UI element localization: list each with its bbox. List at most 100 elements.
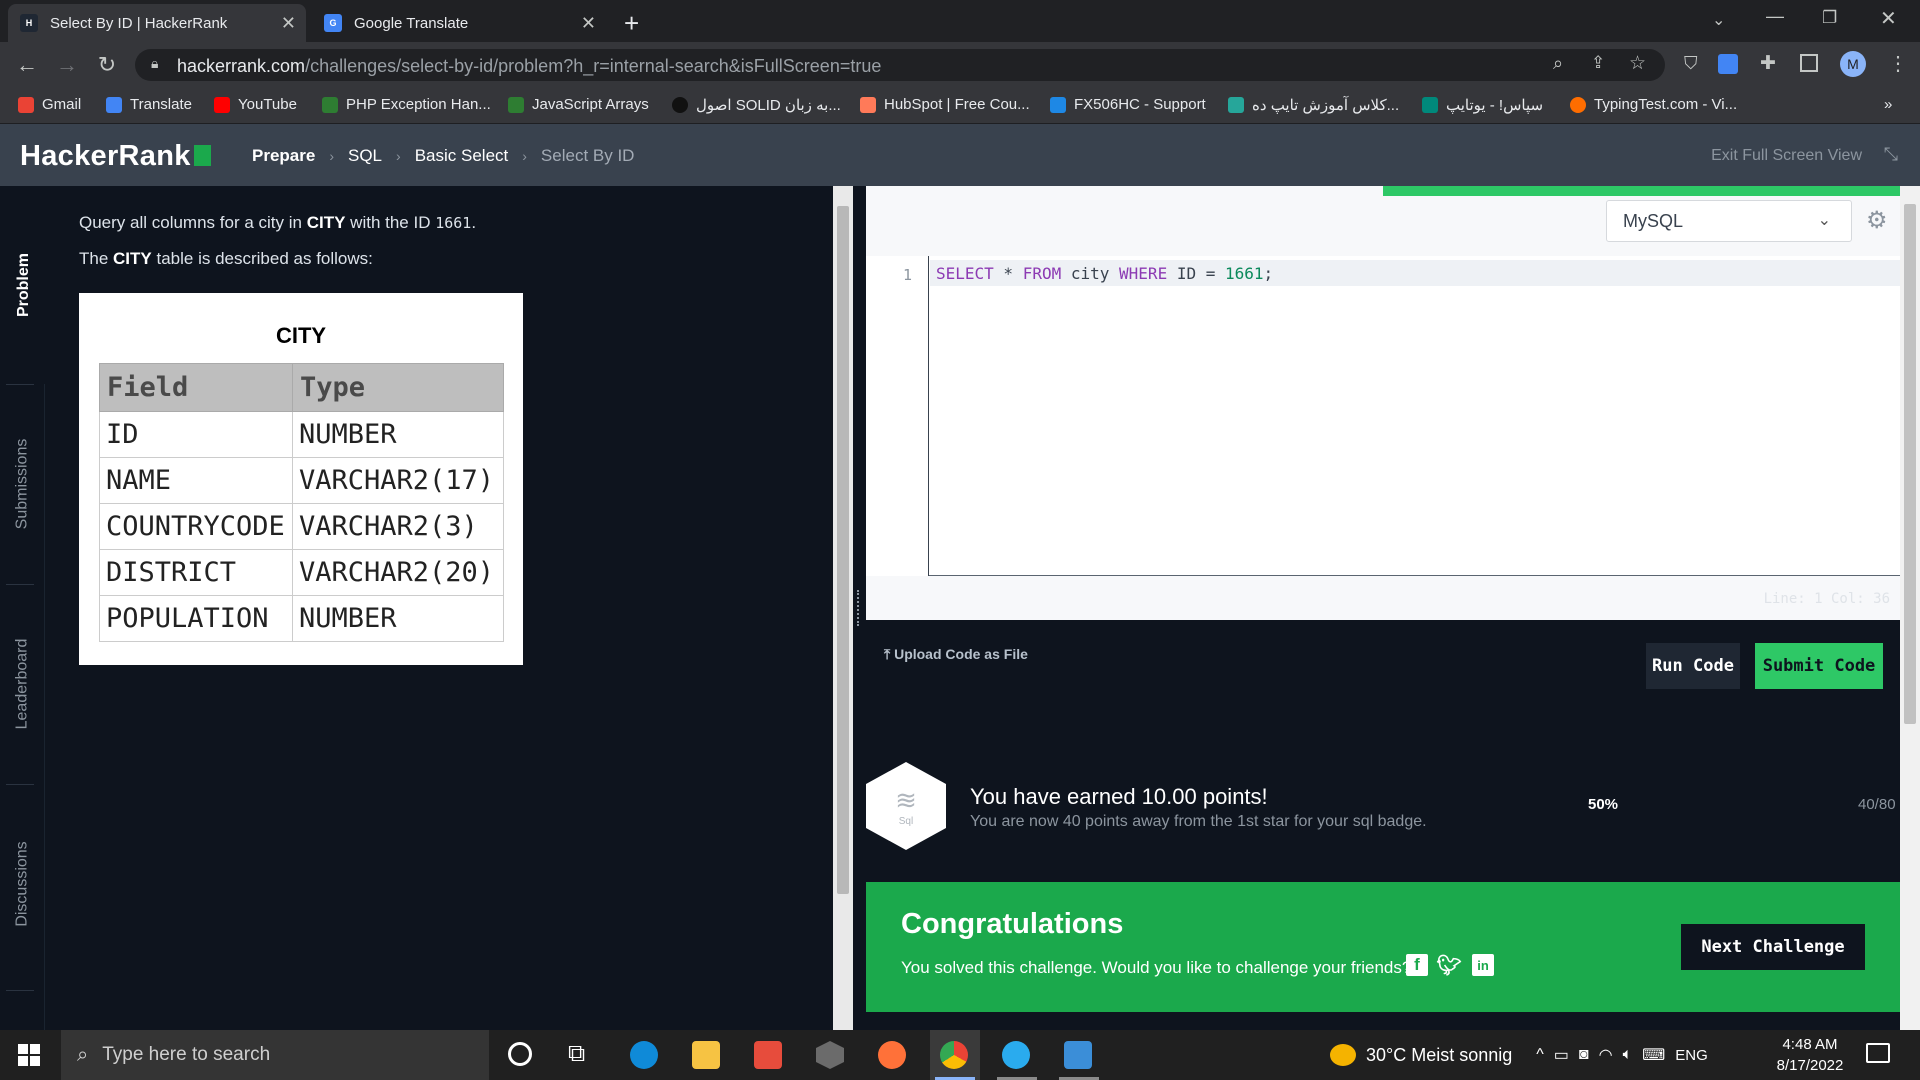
bookmark-hubspot[interactable]: HubSpot | Free Cou... [860, 96, 1030, 113]
bookmark-js-arrays[interactable]: JavaScript Arrays [508, 96, 649, 113]
bookmark-solid[interactable]: اصول SOLID به زبان... [672, 96, 841, 114]
url-bar[interactable]: 🔒︎ hackerrank.com/challenges/select-by-i… [135, 49, 1665, 81]
linkedin-icon[interactable]: in [1472, 954, 1494, 976]
profile-avatar[interactable]: M [1840, 51, 1866, 77]
close-window-icon[interactable]: ✕ [1880, 6, 1897, 31]
notifications-icon[interactable] [1866, 1043, 1890, 1063]
keyboard-icon[interactable]: ⌨ [1642, 1045, 1665, 1065]
bookmark-label: FX506HC - Support [1074, 96, 1206, 113]
bookmark-php[interactable]: PHP Exception Han... [322, 96, 491, 113]
site-icon [1228, 97, 1244, 113]
bookmark-label: کلاس آموزش تایپ ده... [1252, 97, 1400, 114]
language-select[interactable]: MySQL ⌄ [1606, 200, 1852, 242]
weather-sun-icon[interactable] [1330, 1044, 1356, 1066]
hackerrank-logo[interactable]: HackerRank [20, 140, 211, 173]
breadcrumb-prepare[interactable]: Prepare [252, 146, 315, 166]
tab-leaderboard[interactable]: Leaderboard [0, 584, 45, 784]
city-schema-table: Field Type ID NUMBER NAME VARCHAR2(17) COU… [99, 363, 504, 642]
language-indicator[interactable]: ENG [1675, 1047, 1708, 1064]
translate-favicon-icon: G [324, 14, 342, 32]
tab-submissions[interactable]: Submissions [0, 384, 45, 584]
windows-start-icon[interactable] [18, 1044, 40, 1066]
battery-icon[interactable]: ▭ [1554, 1045, 1569, 1065]
edge-icon[interactable] [630, 1041, 658, 1069]
side-panel-icon[interactable] [1800, 54, 1818, 72]
scrollbar-thumb[interactable] [837, 206, 849, 894]
share-icon[interactable]: ⇪ [1591, 53, 1605, 73]
reload-icon[interactable]: ↻ [94, 52, 120, 78]
tab-discussions[interactable]: Discussions [0, 784, 45, 984]
tab-label: Problem [15, 252, 33, 318]
firefox-icon[interactable] [878, 1041, 906, 1069]
app-icon[interactable] [816, 1041, 844, 1069]
bookmark-translate[interactable]: Translate [106, 96, 192, 113]
problem-line-2: The CITY table is described as follows: [79, 249, 373, 269]
tab-problem[interactable]: Problem [0, 186, 45, 384]
bookmarks-overflow-icon[interactable]: » [1884, 96, 1892, 113]
code-token: * [993, 264, 1023, 283]
gear-icon[interactable]: ⚙ [1866, 206, 1888, 235]
breadcrumb-basic-select[interactable]: Basic Select [415, 146, 509, 166]
weather-text[interactable]: 30°C Meist sonnig [1366, 1045, 1512, 1066]
telegram-icon[interactable] [1002, 1041, 1030, 1069]
twitter-icon[interactable]: 🐦︎ [1436, 954, 1461, 977]
bookmark-youtube[interactable]: YouTube [214, 96, 297, 113]
task-view-icon[interactable]: ⧉ [568, 1040, 585, 1068]
restore-icon[interactable]: ❐ [1822, 8, 1837, 28]
submit-code-button[interactable]: Submit Code [1755, 643, 1883, 689]
camera-icon[interactable]: ◙ [1579, 1046, 1589, 1064]
translate-extension-icon[interactable] [1718, 54, 1738, 74]
bookmark-fx506hc[interactable]: FX506HC - Support [1050, 96, 1206, 113]
back-arrow-icon[interactable]: ← [14, 52, 40, 78]
chrome-icon[interactable] [940, 1041, 968, 1069]
facebook-icon[interactable]: f [1406, 954, 1428, 976]
bookmark-utype[interactable]: سپاس! - یوتایپ [1422, 96, 1543, 114]
pane-resize-handle[interactable] [853, 186, 866, 1030]
tray-chevron-up-icon[interactable]: ^ [1536, 1046, 1544, 1064]
text: The [79, 249, 114, 268]
browser-tab-hackerrank[interactable]: H Select By ID | HackerRank ✕ [8, 4, 306, 42]
cortana-icon[interactable] [508, 1042, 532, 1066]
extensions-puzzle-icon[interactable]: ✚ [1760, 52, 1776, 75]
bookmark-label: JavaScript Arrays [532, 96, 649, 113]
close-tab-icon[interactable]: ✕ [581, 13, 596, 34]
next-challenge-button[interactable]: Next Challenge [1681, 924, 1865, 970]
upload-code-button[interactable]: ⤒ Upload Code as File [884, 646, 1028, 663]
editor-scrollbar[interactable] [1900, 186, 1920, 1030]
bookmark-star-icon[interactable]: ☆ [1629, 52, 1646, 75]
forward-arrow-icon[interactable]: → [54, 52, 80, 78]
photos-icon[interactable] [1064, 1041, 1092, 1069]
shield-extension-icon[interactable]: ⛉ [1684, 53, 1698, 74]
taskbar-search[interactable]: ⌕ Type here to search [61, 1030, 489, 1080]
hubspot-icon [860, 96, 876, 113]
run-code-button[interactable]: Run Code [1646, 643, 1740, 689]
bookmark-typing-class[interactable]: کلاس آموزش تایپ ده... [1228, 96, 1399, 114]
minimize-icon[interactable]: — [1766, 6, 1784, 27]
bookmark-typingtest[interactable]: TypingTest.com - Vi... [1570, 96, 1737, 113]
browser-tab-translate[interactable]: G Google Translate ✕ [312, 4, 606, 42]
drag-handle-icon[interactable] [857, 590, 861, 626]
bookmark-gmail[interactable]: Gmail [18, 96, 81, 113]
line-number: 1 [902, 266, 912, 284]
code-line[interactable]: SELECT * FROM city WHERE ID = 1661; [936, 264, 1273, 283]
browser-menu-icon[interactable]: ⋮ [1888, 51, 1908, 76]
asus-icon [1050, 96, 1066, 113]
url-text[interactable]: hackerrank.com/challenges/select-by-id/p… [177, 56, 881, 77]
problem-scrollbar[interactable] [833, 186, 853, 1030]
code-editor[interactable]: 1 SELECT * FROM city WHERE ID = 1661; [866, 256, 1900, 576]
volume-icon[interactable]: 🔈︎ [1623, 1046, 1633, 1064]
close-tab-icon[interactable]: ✕ [281, 13, 296, 34]
wifi-icon[interactable]: ◠ [1599, 1045, 1613, 1065]
microsoft-store-icon[interactable] [754, 1041, 782, 1069]
collapse-icon[interactable]: ⤡ [1884, 144, 1898, 165]
zoom-icon[interactable]: ⌕ [1553, 53, 1563, 74]
site-header: HackerRank Prepare › SQL › Basic Select … [0, 124, 1920, 186]
scrollbar-thumb[interactable] [1904, 204, 1916, 724]
file-explorer-icon[interactable] [692, 1041, 720, 1069]
tab-search-chevron-icon[interactable]: ⌄ [1712, 10, 1725, 30]
exit-full-screen-link[interactable]: Exit Full Screen View [1711, 147, 1862, 165]
new-tab-icon[interactable]: + [624, 8, 639, 39]
breadcrumb-sql[interactable]: SQL [348, 146, 382, 166]
clock[interactable]: 4:48 AM 8/17/2022 [1770, 1034, 1850, 1076]
address-bar-row: ← → ↻ 🔒︎ hackerrank.com/challenges/selec… [0, 42, 1920, 88]
